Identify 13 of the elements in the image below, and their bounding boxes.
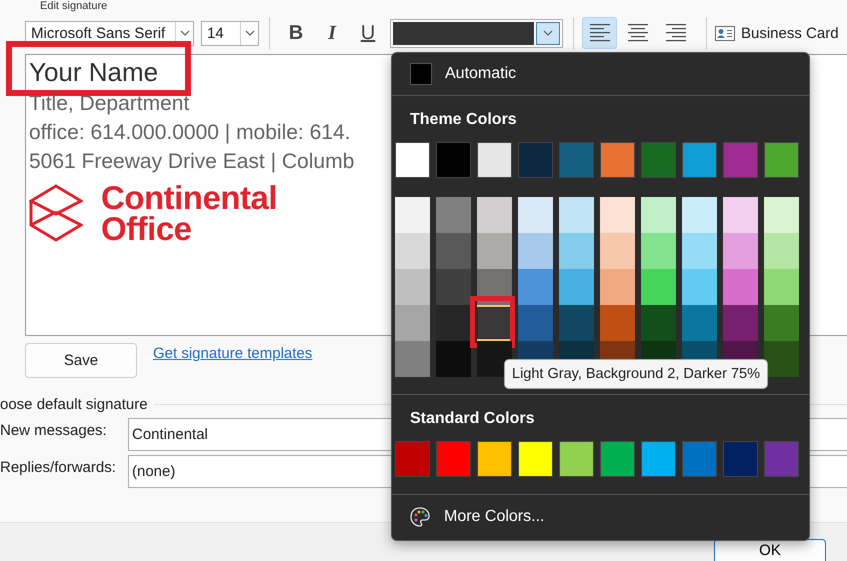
field-label: Replies/forwards: [0,459,117,476]
section-label: Edit signature [39,0,108,14]
signature-text: office: 614.000.0000 | mobile: 614. [29,121,350,144]
signature-text: Title, Department [29,92,190,115]
signature-text: 5061 Freeway Drive East | Columb [29,150,354,173]
section-heading: Theme Colors [409,110,518,130]
logo-text: Continental [101,182,277,213]
field-label: New messages: [0,422,108,439]
logo-text: Office [101,213,193,244]
tooltip: Light Gray, Background 2, Darker 75% [504,359,768,389]
group-title: oose default signature [0,396,148,412]
section-heading: Standard Colors [409,409,536,429]
signature-name: Your Name [29,57,158,87]
